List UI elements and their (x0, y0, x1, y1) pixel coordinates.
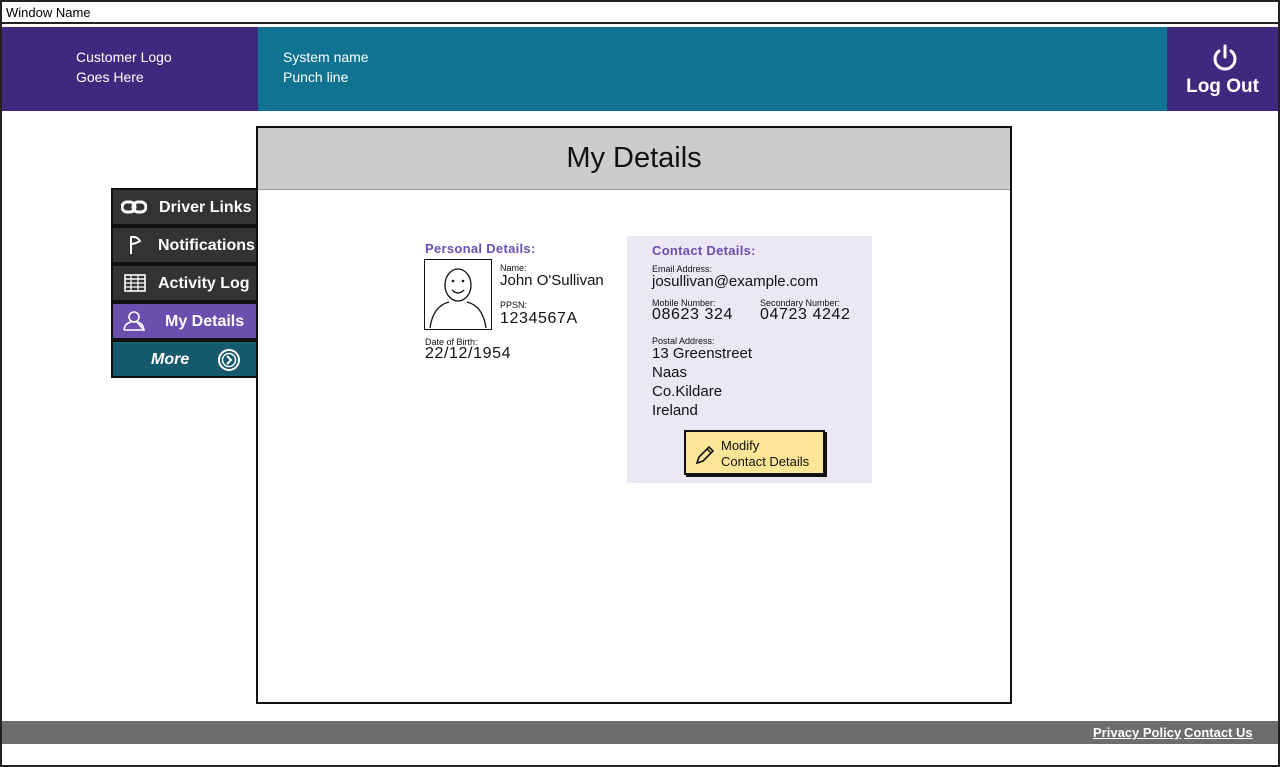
sidebar-item-activity-log[interactable]: Activity Log (111, 264, 258, 302)
ppsn-value: 1234567A (500, 310, 578, 327)
system-banner: System name Punch line (258, 27, 1167, 111)
punch-line: Punch line (283, 69, 349, 85)
footer: Privacy Policy Contact Us (2, 721, 1278, 744)
dob-value: 22/12/1954 (425, 345, 512, 362)
chevron-right-circle-icon (218, 349, 240, 371)
contact-details-heading: Contact Details: (652, 243, 756, 258)
address-line: 13 Greenstreet (652, 345, 753, 362)
name-value: John O'Sullivan (500, 272, 604, 289)
logo-line-2: Goes Here (76, 69, 144, 85)
logout-label: Log Out (1186, 76, 1259, 97)
sidebar-item-label: More (151, 351, 190, 368)
system-name: System name (283, 49, 369, 65)
address-line: Ireland (652, 402, 698, 419)
modify-contact-details-button[interactable]: Modify Contact Details (684, 430, 825, 475)
sidebar-item-more[interactable]: More (111, 340, 258, 378)
customer-logo-area: Customer Logo Goes Here (2, 27, 258, 111)
privacy-policy-link[interactable]: Privacy Policy (1093, 725, 1181, 740)
sidebar-item-label: Notifications (158, 237, 255, 254)
address-line: Naas (652, 364, 688, 381)
user-icon (123, 311, 145, 331)
power-icon (1213, 44, 1237, 71)
email-value: josullivan@example.com (652, 273, 819, 290)
sidebar-item-notifications[interactable]: Notifications (111, 226, 258, 264)
flag-icon (130, 235, 142, 254)
mobile-value: 08623 324 (652, 306, 734, 323)
pencil-icon (695, 445, 715, 465)
window-title: Window Name (6, 5, 91, 20)
sidebar-item-label: Activity Log (158, 275, 250, 292)
modify-line-2: Contact Details (721, 454, 810, 469)
ppsn-label: PPSN: (500, 300, 528, 310)
portrait-sketch (429, 268, 487, 329)
logo-line-1: Customer Logo (76, 49, 172, 65)
secondary-value: 04723 4242 (760, 306, 851, 323)
sidebar-item-label: Driver Links (159, 199, 252, 216)
address-line: Co.Kildare (652, 383, 723, 400)
sidebar-item-driver-links[interactable]: Driver Links (111, 188, 258, 226)
window-titlebar: Window Name (2, 2, 1278, 24)
personal-details-heading: Personal Details: (425, 241, 536, 256)
portrait-photo (424, 259, 492, 330)
page-title: My Details (566, 142, 702, 174)
sidebar-item-my-details[interactable]: My Details (111, 302, 258, 340)
sidebar-item-label: My Details (165, 313, 245, 330)
logout-button[interactable]: Log Out (1167, 27, 1278, 111)
contact-us-link[interactable]: Contact Us (1184, 725, 1253, 740)
modify-line-1: Modify (721, 438, 760, 453)
content-header: My Details (258, 128, 1010, 190)
table-icon (124, 274, 146, 292)
link-icon (121, 200, 147, 214)
